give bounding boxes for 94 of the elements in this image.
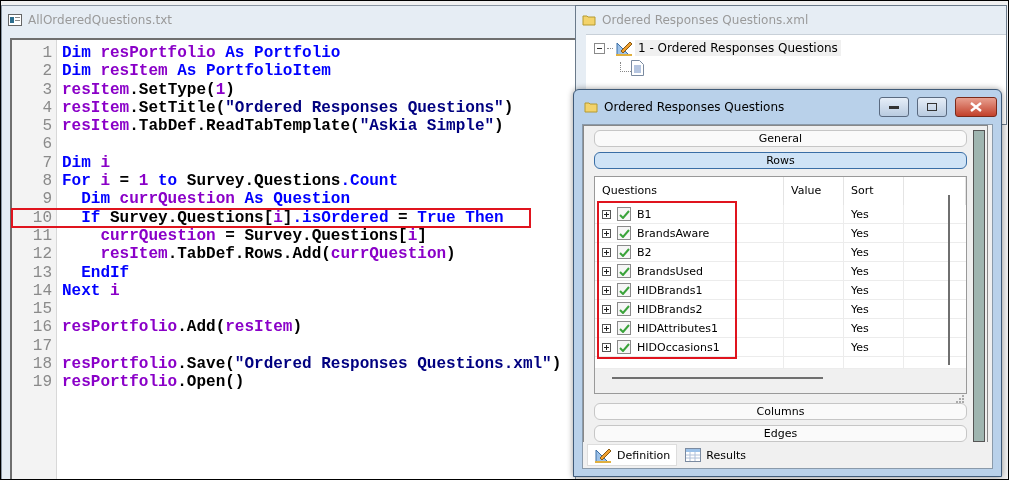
- section-header[interactable]: Edges: [594, 425, 967, 442]
- collapse-toggle[interactable]: [594, 42, 605, 54]
- table-cell: Yes: [851, 302, 869, 316]
- expand-toggle[interactable]: [602, 247, 611, 257]
- scrollbar-thumb[interactable]: [612, 377, 823, 379]
- line-number: 14: [31, 281, 53, 301]
- folder-icon: [582, 14, 596, 26]
- line-number: 16: [31, 318, 53, 337]
- line-number: 8: [41, 172, 53, 191]
- line-number: 10: [31, 208, 53, 227]
- table-cell: Yes: [851, 245, 869, 259]
- maximize-button[interactable]: [917, 97, 947, 117]
- code-line: EndIf: [80, 263, 130, 282]
- question-name: HIDAttributes1: [637, 321, 719, 335]
- table-cell: Yes: [851, 207, 869, 221]
- checkbox[interactable]: [617, 321, 631, 335]
- pencil-ruler-icon: [594, 446, 612, 464]
- code-line: If Survey.Questions[i].isOrdered = True Then: [80, 208, 504, 227]
- document-icon[interactable]: [631, 60, 644, 76]
- question-name: BrandsUsed: [637, 264, 704, 278]
- code-line: resPortfolio.Add(resItem): [62, 318, 303, 337]
- line-number: 12: [31, 245, 53, 264]
- line-number: 4: [41, 98, 53, 118]
- section-header[interactable]: Rows: [594, 152, 967, 169]
- question-name: HIDOccasions1: [637, 340, 720, 354]
- window-title: Ordered Responses Questions: [604, 100, 785, 114]
- checkbox[interactable]: [617, 302, 631, 316]
- line-number: 2: [41, 62, 53, 81]
- folder-icon: [584, 101, 598, 113]
- table-cell: Yes: [851, 264, 869, 278]
- checkbox[interactable]: [617, 226, 631, 240]
- line-number: 19: [31, 373, 53, 392]
- code-line: currQuestion = Survey.Questions[i]: [99, 226, 427, 246]
- line-number: 9: [41, 190, 53, 209]
- section-header[interactable]: Columns: [594, 403, 967, 420]
- code-line: Dim currQuestion As Question: [80, 190, 351, 209]
- code-line: resItem.TabDef.Rows.Add(currQuestion): [99, 245, 456, 264]
- question-name: B1: [637, 207, 652, 221]
- code-line: resItem.SetType(1): [62, 80, 235, 99]
- table-cell: Yes: [851, 321, 869, 335]
- expand-toggle[interactable]: [602, 323, 611, 333]
- line-number: 11: [31, 226, 53, 246]
- maximize-icon: [927, 103, 937, 111]
- line-number: 6: [41, 135, 53, 154]
- section-header[interactable]: General: [594, 130, 967, 147]
- scrollbar[interactable]: [973, 130, 985, 442]
- line-number: 7: [41, 153, 53, 173]
- table-cell: Yes: [851, 226, 869, 240]
- code-line: Next i: [62, 281, 120, 301]
- text-file-icon: [8, 14, 22, 26]
- checkbox[interactable]: [617, 207, 631, 221]
- table-cell: Yes: [851, 283, 869, 297]
- checkbox[interactable]: [617, 283, 631, 297]
- tree-item[interactable]: 1 - Ordered Responses Questions: [635, 40, 841, 56]
- line-number: 3: [41, 80, 53, 99]
- expand-toggle[interactable]: [602, 266, 611, 276]
- question-name: B2: [637, 245, 652, 259]
- line-number: 17: [31, 336, 53, 356]
- expand-toggle[interactable]: [602, 342, 611, 352]
- window-title: Ordered Responses Questions.xml: [602, 13, 809, 27]
- question-name: BrandsAware: [637, 226, 710, 240]
- question-name: HIDBrands2: [637, 302, 703, 316]
- expand-toggle[interactable]: [602, 304, 611, 314]
- checkbox[interactable]: [617, 245, 631, 259]
- question-name: HIDBrands1: [637, 283, 703, 297]
- checkbox[interactable]: [617, 264, 631, 278]
- expand-toggle[interactable]: [602, 285, 611, 295]
- line-number: 5: [41, 117, 53, 136]
- code-line: Dim resPortfolio As Portfolio: [62, 44, 341, 63]
- vertical-scrollbar[interactable]: [948, 195, 950, 365]
- pencil-ruler-icon: [615, 39, 633, 57]
- line-number: 15: [31, 300, 53, 319]
- code-line: resPortfolio.Open(): [62, 373, 245, 392]
- close-icon: [970, 102, 982, 112]
- resize-grip-icon[interactable]: [956, 395, 964, 403]
- code-line: resPortfolio.Save("Ordered Responses Questions.xml"): [62, 355, 562, 374]
- tab[interactable]: Definition: [587, 444, 678, 466]
- checkbox[interactable]: [617, 340, 631, 354]
- expand-toggle[interactable]: [602, 228, 611, 238]
- close-button[interactable]: [955, 97, 997, 117]
- code-line: Dim i: [62, 153, 110, 173]
- table-cell: Yes: [851, 340, 869, 354]
- line-number: 13: [31, 263, 53, 282]
- line-number: 1: [41, 44, 53, 63]
- code-line: resItem.TabDef.ReadTabTemplate("Askia Simple"): [62, 117, 504, 136]
- code-line: Dim resItem As PortfolioItem: [62, 62, 331, 81]
- code-line: For i = 1 to Survey.Questions.Count: [62, 172, 399, 191]
- line-number: 18: [31, 355, 53, 374]
- expand-toggle[interactable]: [602, 209, 611, 219]
- code-line: resItem.SetTitle("Ordered Responses Questions"): [62, 98, 514, 118]
- window-title: AllOrderedQuestions.txt: [28, 13, 172, 27]
- table-icon: [685, 447, 702, 463]
- minimize-icon: [889, 105, 899, 109]
- minimize-button[interactable]: [879, 97, 909, 117]
